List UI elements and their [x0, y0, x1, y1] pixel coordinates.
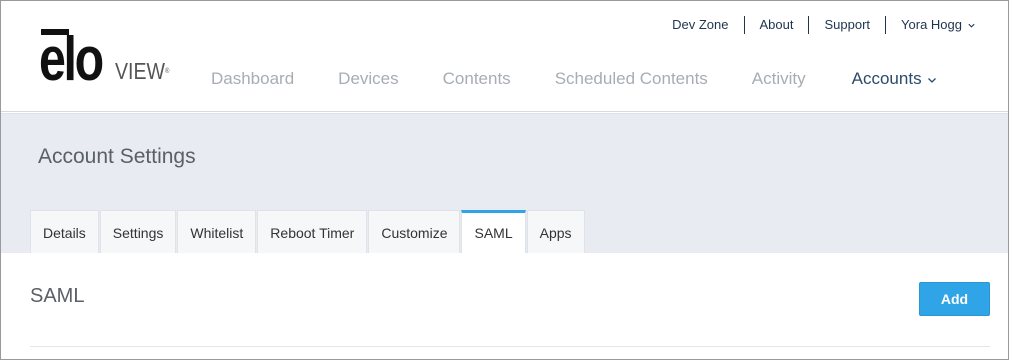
nav-dashboard[interactable]: Dashboard: [189, 61, 316, 111]
user-menu[interactable]: Yora Hogg: [886, 16, 980, 34]
divider: [30, 346, 990, 347]
logo-primary-text: elo: [39, 25, 104, 94]
logo-secondary: VIEW®: [115, 60, 169, 83]
section-title: SAML: [30, 285, 85, 307]
nav-contents[interactable]: Contents: [421, 61, 533, 111]
chevron-down-icon: [927, 77, 936, 83]
tab-customize[interactable]: Customize: [368, 210, 461, 253]
tab-settings[interactable]: Settings: [99, 210, 177, 253]
tab-reboot-timer[interactable]: Reboot Timer: [257, 210, 368, 253]
tab-details[interactable]: Details: [30, 210, 99, 253]
header: elo VIEW® Dev Zone About Support Yora Ho…: [1, 1, 1008, 125]
tab-apps[interactable]: Apps: [526, 210, 585, 253]
tab-saml[interactable]: SAML: [461, 210, 526, 253]
chevron-down-icon: [968, 23, 975, 28]
nav-activity[interactable]: Activity: [730, 61, 828, 111]
dev-zone-link[interactable]: Dev Zone: [657, 16, 743, 34]
about-link[interactable]: About: [745, 16, 809, 34]
utility-nav: Dev Zone About Support Yora Hogg: [657, 15, 980, 35]
support-link[interactable]: Support: [809, 16, 885, 34]
settings-tabs: Details Settings Whitelist Reboot Timer …: [30, 210, 586, 253]
nav-accounts-label: Accounts: [851, 69, 922, 88]
page-title: Account Settings: [38, 145, 196, 168]
tab-whitelist[interactable]: Whitelist: [177, 210, 257, 253]
logo-registered-mark: ®: [164, 68, 170, 75]
settings-header-band: Account Settings Details Settings Whitel…: [1, 113, 1008, 253]
nav-scheduled-contents[interactable]: Scheduled Contents: [533, 61, 730, 111]
nav-accounts[interactable]: Accounts: [849, 61, 939, 125]
main-nav: Dashboard Devices Contents Scheduled Con…: [189, 61, 939, 125]
logo-secondary-text: VIEW: [115, 58, 165, 84]
logo[interactable]: elo: [39, 25, 120, 94]
add-button[interactable]: Add: [919, 282, 990, 316]
saml-panel: SAML Add: [1, 253, 1008, 359]
app-window: elo VIEW® Dev Zone About Support Yora Ho…: [0, 0, 1009, 360]
nav-devices[interactable]: Devices: [316, 61, 420, 111]
user-name: Yora Hogg: [901, 17, 962, 32]
